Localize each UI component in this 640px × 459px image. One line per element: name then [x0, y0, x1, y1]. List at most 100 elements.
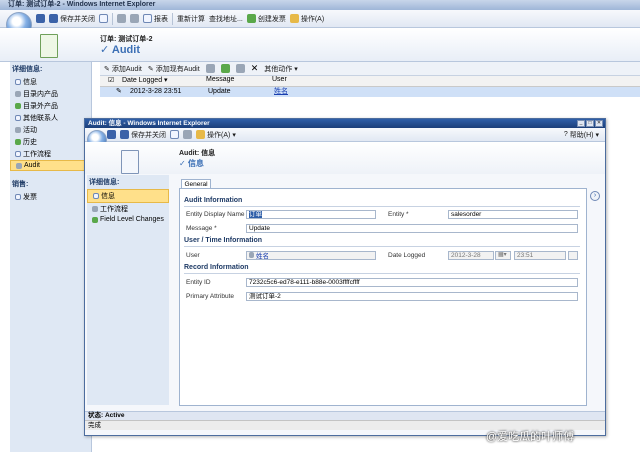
- popup-nav-item-2[interactable]: Field Level Changes: [87, 215, 169, 224]
- save-close-button[interactable]: 保存并关闭: [49, 14, 95, 24]
- help-menu[interactable]: ? 帮助(H) ▾: [564, 130, 605, 140]
- lookup-address-button[interactable]: 查找地址...: [209, 14, 243, 24]
- grid-toolbar: ✎ 添加Audit ✎ 添加现有Audit ✕ 其他动作 ▾: [100, 62, 640, 76]
- primary-attribute-field[interactable]: 测试订单-2: [246, 292, 578, 301]
- minimize-icon[interactable]: _: [577, 120, 585, 127]
- more-actions-menu[interactable]: 其他动作 ▾: [264, 64, 298, 74]
- nav-item-4[interactable]: 活动: [10, 124, 91, 136]
- column-message[interactable]: Message: [206, 76, 234, 83]
- actions-icon: [196, 130, 205, 139]
- nav-item-icon: [15, 139, 21, 145]
- section-audit-information: Audit Information: [184, 197, 580, 207]
- date-field[interactable]: 2012-3-28: [448, 251, 494, 260]
- cell-user[interactable]: 姓名: [274, 87, 288, 97]
- add-audit-button[interactable]: ✎ 添加Audit: [104, 64, 142, 74]
- report-icon: [143, 14, 152, 23]
- section-record-information: Record Information: [184, 264, 580, 274]
- record-header: 订单: 测试订单-2 ✓ Audit: [0, 28, 640, 62]
- recalculate-button[interactable]: 重新计算: [177, 14, 205, 24]
- message-field[interactable]: Update: [246, 224, 578, 233]
- print-icon[interactable]: [235, 64, 245, 73]
- create-invoice-button[interactable]: 创建发票: [246, 14, 286, 24]
- close-icon[interactable]: ✕: [595, 120, 603, 127]
- invoice-icon: [246, 14, 256, 23]
- nav-item-1[interactable]: 目录内产品: [10, 88, 91, 100]
- popup-record-title: ✓ 信息: [179, 159, 204, 168]
- nav-item-icon: [92, 216, 98, 223]
- select-all-checkbox[interactable]: ☑: [108, 76, 114, 84]
- print-icon[interactable]: [170, 130, 179, 139]
- export-icon[interactable]: [220, 64, 230, 73]
- audit-popup-window: Audit: 信息 - Windows Internet Explorer _ …: [84, 118, 606, 436]
- table-row[interactable]: ✎ 2012-3-28 23:51 Update 姓名: [100, 87, 640, 97]
- primary-attribute-label: Primary Attribute: [186, 293, 235, 300]
- popup-nav-item-0[interactable]: 信息: [87, 189, 169, 203]
- cell-date: 2012-3-28 23:51: [130, 88, 182, 95]
- popup-left-nav: 详细信息: 信息 工作流程 Field Level Changes: [87, 175, 169, 405]
- popup-nav-list: 信息 工作流程 Field Level Changes: [87, 189, 169, 224]
- popup-nav-item-1[interactable]: 工作流程: [87, 203, 169, 215]
- user-field[interactable]: 姓名: [246, 251, 376, 260]
- attach-icon[interactable]: [117, 14, 126, 23]
- actions-menu[interactable]: 操作(A): [289, 14, 324, 24]
- toolbar-separator: [112, 12, 113, 25]
- user-icon: [249, 252, 254, 258]
- save-close-icon: [49, 14, 58, 23]
- calendar-icon[interactable]: ▦▾: [495, 251, 511, 260]
- nav-item-3[interactable]: 其他联系人: [10, 112, 91, 124]
- nav-item-icon: [15, 103, 21, 109]
- entity-id-label: Entity ID: [186, 279, 211, 286]
- maximize-icon[interactable]: □: [586, 120, 594, 127]
- column-user[interactable]: User: [272, 76, 287, 83]
- popup-toolbar: 保存并关闭 操作(A) ▾ ? 帮助(H) ▾: [85, 128, 605, 142]
- nav-item-icon: [15, 115, 21, 121]
- toolbar-separator: [172, 12, 173, 25]
- row-audit-icon: ✎: [116, 88, 122, 95]
- save-icon[interactable]: [107, 130, 116, 139]
- popup-actions-menu[interactable]: 操作(A) ▾: [196, 130, 236, 140]
- popup-record-type: Audit: 信息: [179, 150, 216, 157]
- nav-header: 详细信息:: [12, 66, 43, 73]
- popup-nav-header: 详细信息:: [89, 179, 120, 186]
- audit-form: Audit Information Entity Display Name 订单…: [179, 188, 587, 406]
- attach-icon[interactable]: [183, 130, 192, 139]
- popup-save-close-button[interactable]: 保存并关闭: [120, 130, 166, 140]
- column-date-logged[interactable]: Date Logged ▾: [122, 76, 168, 84]
- grid-header: ☑ Date Logged ▾ Message User: [100, 76, 640, 87]
- delete-icon[interactable]: [130, 14, 139, 23]
- time-dropdown-icon[interactable]: [568, 251, 578, 260]
- section-user-time: User / Time Information: [184, 237, 580, 247]
- entity-id-field[interactable]: 7232c5c6-ed78-e111-b88e-0003ffffcffff: [246, 278, 578, 287]
- watermark: @爱吃瓜的叶师傅: [486, 431, 575, 443]
- main-window-title: 订单: 测试订单-2 - Windows Internet Explorer: [0, 0, 640, 10]
- entity-field[interactable]: salesorder: [448, 210, 578, 219]
- expand-icon[interactable]: ›: [590, 191, 600, 201]
- entity-display-name-field[interactable]: 订单: [246, 210, 376, 219]
- entity-display-name-label: Entity Display Name: [186, 211, 245, 218]
- save-close-icon: [120, 130, 129, 139]
- time-field[interactable]: 23:51: [514, 251, 566, 260]
- nav-item-6[interactable]: 工作流程: [10, 148, 91, 160]
- invoice-icon: [15, 194, 21, 200]
- save-icon[interactable]: [36, 14, 45, 23]
- report-button[interactable]: 报表: [143, 14, 168, 24]
- nav-item-5[interactable]: 历史: [10, 136, 91, 148]
- main-toolbar: 保存并关闭 报表 重新计算 查找地址... 创建发票 操作(A): [0, 10, 640, 28]
- popup-title: Audit: 信息 - Windows Internet Explorer: [85, 119, 605, 128]
- nav-item-invoice[interactable]: 发票: [10, 191, 91, 203]
- nav-item-icon: [15, 91, 21, 97]
- nav-item-2[interactable]: 目录外产品: [10, 100, 91, 112]
- refresh-icon[interactable]: [205, 64, 215, 73]
- nav-item-7[interactable]: Audit: [10, 160, 91, 171]
- add-existing-audit-button[interactable]: ✎ 添加现有Audit: [148, 64, 200, 74]
- sales-header: 销售:: [12, 181, 29, 188]
- print-icon[interactable]: [99, 14, 108, 23]
- nav-item-icon: [15, 151, 21, 157]
- message-label: Message *: [186, 225, 217, 232]
- nav-item-0[interactable]: 信息: [10, 76, 91, 88]
- cell-message: Update: [208, 88, 231, 95]
- nav-item-icon: [15, 79, 21, 85]
- date-logged-label: Date Logged: [388, 252, 426, 259]
- record-status: 状态: Active: [85, 411, 605, 420]
- delete-icon[interactable]: ✕: [251, 63, 259, 74]
